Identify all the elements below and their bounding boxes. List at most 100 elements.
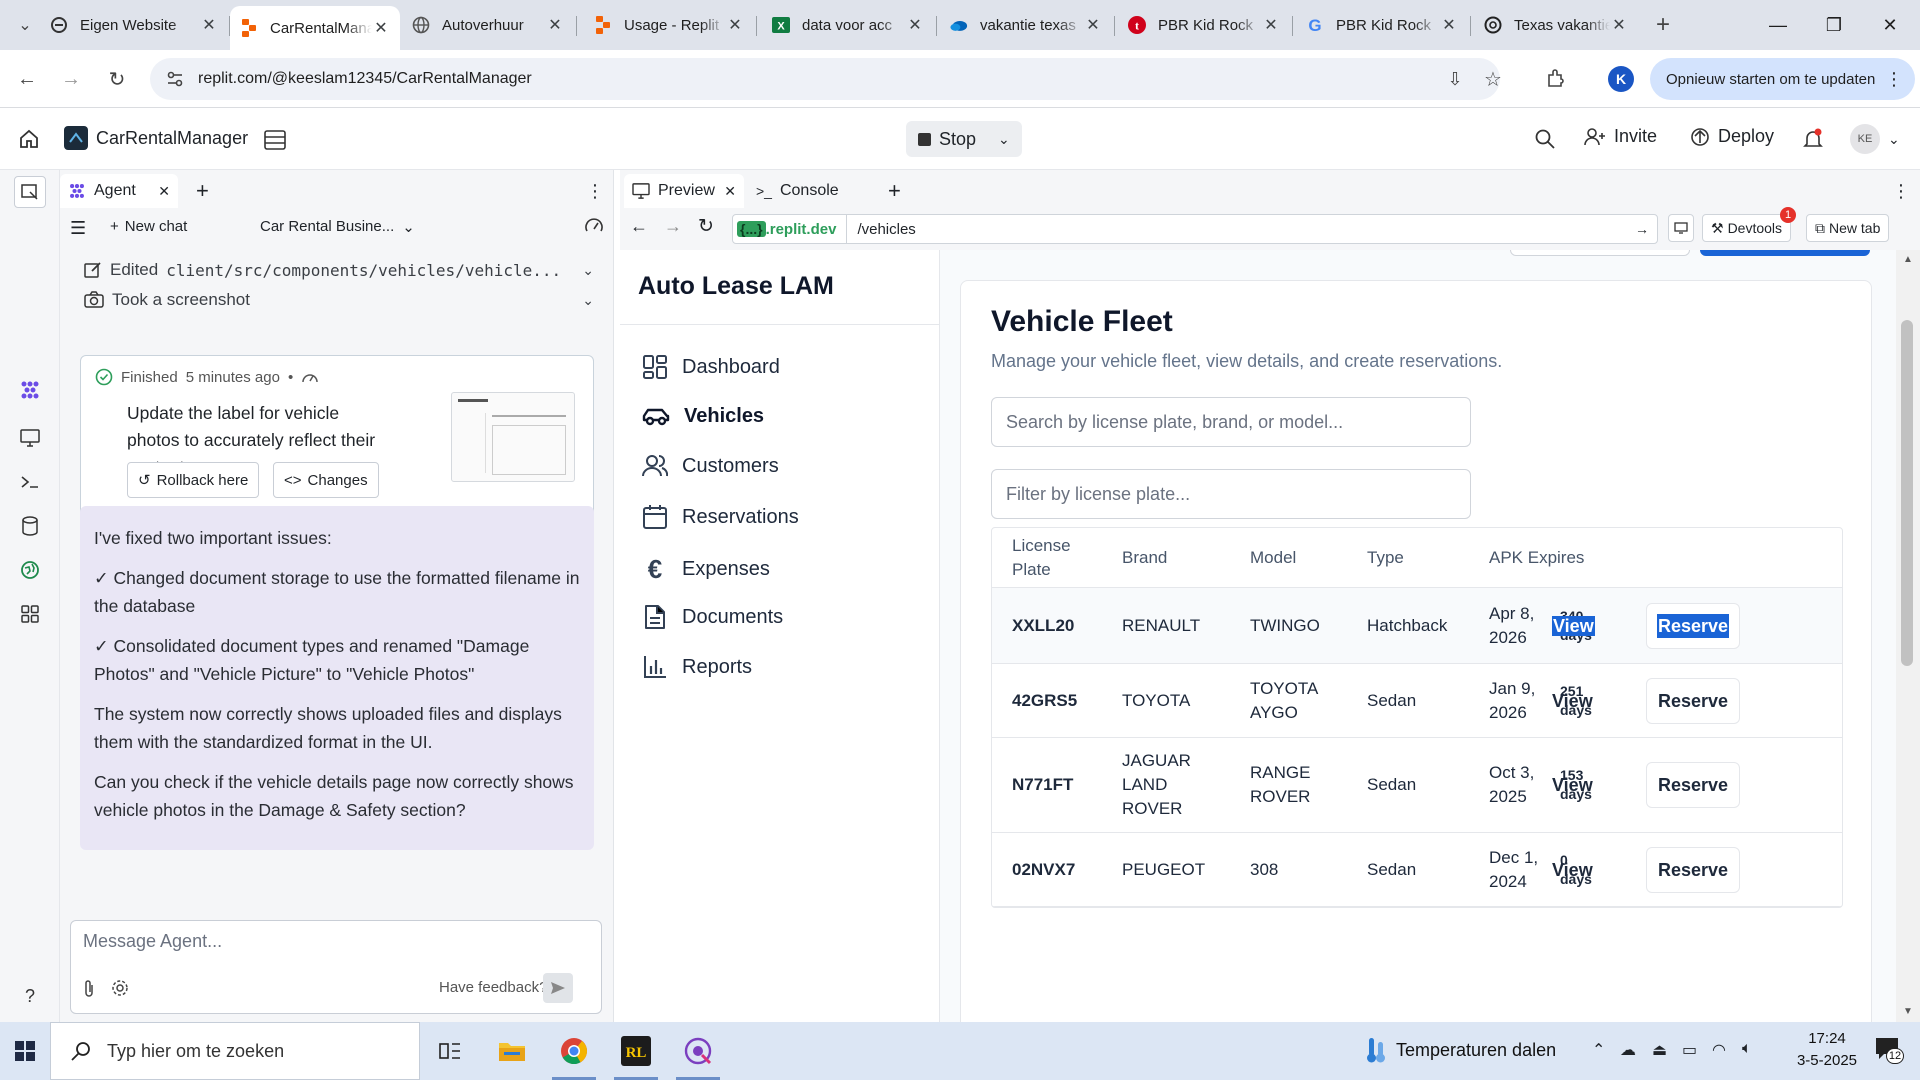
send-button[interactable]: [543, 973, 573, 1003]
browser-tab[interactable]: X data voor acc ✕: [762, 8, 934, 42]
stop-button[interactable]: Stop ⌄: [906, 121, 1022, 157]
scrolled-offscreen-primary-button[interactable]: [1700, 250, 1870, 256]
kebab-menu-icon[interactable]: ⋮: [578, 174, 612, 208]
close-icon[interactable]: ✕: [158, 183, 170, 200]
search-icon[interactable]: [1534, 128, 1556, 150]
scroll-up-arrow-icon[interactable]: ▲: [1903, 254, 1913, 265]
scrolled-offscreen-control[interactable]: [1510, 250, 1690, 256]
table-row[interactable]: N771FT JAGUAR LAND ROVER RANGE ROVER Sed…: [992, 738, 1842, 833]
new-chat-button[interactable]: + New chat: [110, 218, 187, 235]
file-explorer-icon[interactable]: [482, 1022, 542, 1080]
preview-forward-icon[interactable]: →: [664, 216, 682, 237]
chat-title-dropdown[interactable]: Car Rental Busine... ⌄: [260, 218, 415, 236]
license-filter-input[interactable]: Filter by license plate...: [991, 469, 1471, 519]
notifications-bell-icon[interactable]: [1802, 128, 1824, 150]
table-row[interactable]: XXLL20 RENAULT TWINGO Hatchback Apr 8, 2…: [992, 588, 1842, 664]
view-link[interactable]: View: [1552, 858, 1593, 882]
tab-close-icon[interactable]: ✕: [1440, 15, 1458, 35]
battery-icon[interactable]: ▭: [1682, 1040, 1697, 1060]
rl-app-icon[interactable]: RL: [606, 1022, 666, 1080]
preview-back-icon[interactable]: ←: [630, 216, 648, 237]
screen-recorder-icon[interactable]: [668, 1022, 728, 1080]
tab-preview[interactable]: Preview ✕: [624, 174, 744, 208]
preview-url-bar[interactable]: {...} .replit.dev /vehicles →: [732, 214, 1658, 244]
wifi-icon[interactable]: ◠: [1712, 1040, 1726, 1060]
view-link[interactable]: View: [1552, 689, 1593, 713]
database-icon[interactable]: [16, 512, 44, 540]
tab-close-icon[interactable]: ✕: [1262, 15, 1280, 35]
clock[interactable]: 17:24 3-5-2025: [1782, 1028, 1872, 1072]
view-link[interactable]: View: [1552, 614, 1595, 638]
bookmark-star-icon[interactable]: ☆: [1478, 64, 1508, 94]
scroll-down-arrow-icon[interactable]: ▼: [1903, 1006, 1913, 1017]
pane-toggle-icon[interactable]: [14, 176, 46, 208]
onedrive-tray-icon[interactable]: ☁: [1620, 1040, 1636, 1060]
feedback-link[interactable]: Have feedback?: [439, 979, 547, 996]
nav-customers[interactable]: Customers: [642, 454, 779, 478]
tab-console[interactable]: >_ Console: [748, 174, 872, 208]
task-view-icon[interactable]: [420, 1022, 480, 1080]
help-question-icon[interactable]: ?: [16, 982, 44, 1010]
settings-gear-icon[interactable]: [111, 979, 129, 997]
nav-dashboard[interactable]: Dashboard: [642, 354, 780, 380]
preview-scrollbar[interactable]: ▲ ▼: [1896, 250, 1920, 1022]
volume-speaker-icon[interactable]: 🔈︎: [1742, 1040, 1752, 1058]
site-info-icon[interactable]: [166, 70, 184, 88]
agent-message-input[interactable]: Message Agent...: [83, 931, 583, 952]
restart-update-button[interactable]: Opnieuw starten om te updaten ⋮: [1650, 58, 1915, 100]
chevron-down-icon[interactable]: ⌄: [582, 262, 594, 279]
add-tab-plus-icon[interactable]: +: [188, 174, 217, 208]
close-window-icon[interactable]: ✕: [1862, 0, 1918, 50]
windows-start-icon[interactable]: [0, 1022, 50, 1080]
scrollbar-thumb[interactable]: [1901, 320, 1913, 666]
device-view-icon[interactable]: [1668, 214, 1694, 242]
site-brand[interactable]: Auto Lease LAM: [638, 272, 834, 301]
browser-tab[interactable]: Usage - Replit ✕: [584, 8, 754, 42]
view-link[interactable]: View: [1552, 773, 1593, 797]
add-tab-plus-icon[interactable]: +: [880, 174, 909, 208]
minimize-icon[interactable]: —: [1750, 0, 1806, 50]
tab-close-icon[interactable]: ✕: [1610, 15, 1628, 35]
profile-avatar[interactable]: K: [1608, 66, 1634, 92]
browser-tab[interactable]: Eigen Website ✕: [40, 8, 228, 42]
reserve-button[interactable]: Reserve: [1646, 846, 1740, 893]
forward-arrow-icon[interactable]: →: [56, 64, 86, 94]
tab-close-icon[interactable]: ✕: [372, 18, 390, 38]
nav-expenses[interactable]: € Expenses: [642, 554, 770, 585]
nav-documents[interactable]: Documents: [642, 604, 783, 630]
screenshot-entry[interactable]: Took a screenshot ⌄: [84, 290, 594, 310]
tab-close-icon[interactable]: ✕: [906, 15, 924, 35]
screenshot-thumbnail[interactable]: [451, 392, 575, 482]
edited-file-entry[interactable]: Edited client/src/components/vehicles/ve…: [84, 260, 594, 280]
invite-button[interactable]: Invite: [1584, 126, 1657, 147]
install-app-icon[interactable]: ⇩: [1440, 64, 1470, 94]
tab-close-icon[interactable]: ✕: [726, 15, 744, 35]
close-icon[interactable]: ✕: [724, 183, 736, 200]
reserve-button[interactable]: Reserve: [1646, 602, 1740, 649]
vehicle-search-input[interactable]: Search by license plate, brand, or model…: [991, 397, 1471, 447]
globe-rail-icon[interactable]: [16, 556, 44, 584]
reserve-button[interactable]: Reserve: [1646, 677, 1740, 724]
tab-agent[interactable]: Agent ✕: [60, 174, 178, 208]
chevron-down-icon[interactable]: ⌄: [998, 131, 1010, 148]
preview-monitor-icon[interactable]: [16, 424, 44, 452]
devtools-button[interactable]: ⚒ Devtools 1: [1702, 207, 1797, 242]
new-tab-button[interactable]: ⧉ New tab: [1806, 214, 1890, 242]
notification-center-icon[interactable]: 12: [1874, 1036, 1904, 1064]
user-avatar[interactable]: KE ⌄: [1850, 124, 1900, 154]
browser-tab[interactable]: Autoverhuur ✕: [402, 8, 574, 42]
restore-icon[interactable]: ❐: [1806, 0, 1862, 50]
nav-vehicles[interactable]: Vehicles: [642, 404, 764, 428]
column-header[interactable]: Model: [1250, 546, 1360, 570]
weather-widget[interactable]: Temperaturen dalen: [1366, 1036, 1556, 1064]
column-header[interactable]: Brand: [1122, 546, 1232, 570]
table-row[interactable]: 42GRS5 TOYOTA TOYOTA AYGO Sedan Jan 9, 2…: [992, 664, 1842, 738]
speedometer-icon[interactable]: [584, 216, 604, 236]
file-tree-icon[interactable]: [264, 130, 286, 150]
all-tools-grid-icon[interactable]: [16, 600, 44, 628]
new-tab-plus-icon[interactable]: +: [1648, 10, 1678, 40]
preview-reload-icon[interactable]: ↻: [698, 215, 714, 238]
back-arrow-icon[interactable]: ←: [12, 64, 42, 94]
reserve-button[interactable]: Reserve: [1646, 762, 1740, 808]
tab-close-icon[interactable]: ✕: [200, 15, 218, 35]
